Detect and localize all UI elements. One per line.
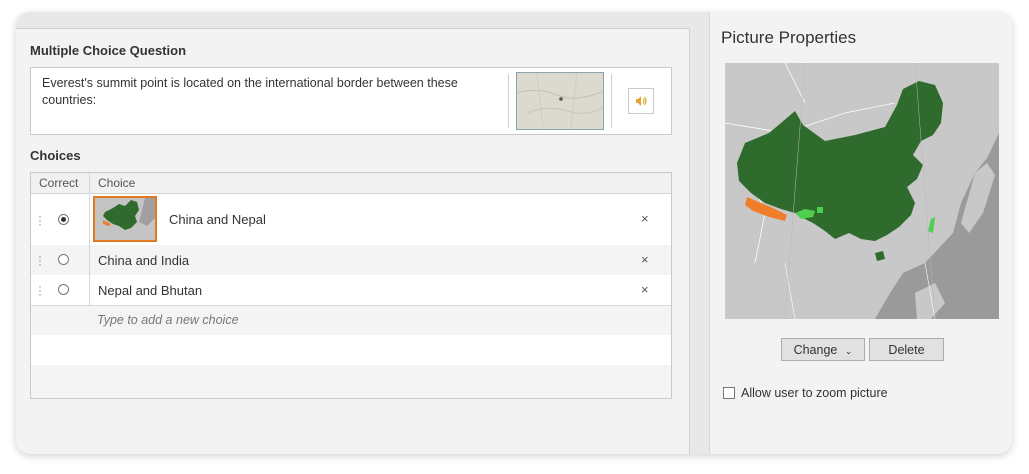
- zoom-checkbox-label[interactable]: Allow user to zoom picture: [741, 386, 888, 400]
- china-region-map-icon: [725, 63, 999, 319]
- choice-label[interactable]: Nepal and Bhutan: [98, 283, 202, 298]
- correct-radio[interactable]: [58, 214, 69, 225]
- empty-row: [31, 365, 671, 398]
- choice-label[interactable]: China and India: [98, 253, 189, 268]
- correct-radio[interactable]: [58, 284, 69, 295]
- change-button[interactable]: Change ⌄: [781, 338, 865, 361]
- delete-label: Delete: [888, 343, 925, 357]
- choice-row[interactable]: · · · Nepal and Bhutan ×: [31, 275, 671, 305]
- drag-handle-icon[interactable]: · · ·: [38, 280, 42, 300]
- divider: [89, 194, 90, 245]
- question-box: Everest's summit point is located on the…: [30, 67, 672, 135]
- picture-preview: [725, 63, 999, 319]
- delete-choice-icon[interactable]: ×: [641, 282, 649, 297]
- choice-row[interactable]: · · · China and India ×: [31, 245, 671, 275]
- chevron-down-icon: ⌄: [844, 346, 853, 356]
- zoom-checkbox[interactable]: [723, 387, 735, 399]
- column-header-correct: Correct: [39, 173, 79, 193]
- add-choice-input[interactable]: Type to add a new choice: [97, 313, 239, 327]
- column-header-choice: Choice: [98, 173, 136, 193]
- question-picture-thumbnail[interactable]: [516, 72, 604, 130]
- map-thumbnail-icon: [517, 73, 603, 129]
- choice-row[interactable]: · · · China and Nepal ×: [31, 194, 671, 245]
- question-section-title: Multiple Choice Question: [30, 43, 187, 58]
- divider: [611, 74, 612, 128]
- empty-row: [31, 335, 671, 365]
- choices-section-title: Choices: [30, 148, 81, 163]
- choice-picture-thumbnail[interactable]: [93, 196, 157, 242]
- choice-label[interactable]: China and Nepal: [169, 212, 266, 227]
- divider: [508, 74, 509, 128]
- add-choice-row[interactable]: Type to add a new choice: [31, 306, 671, 335]
- correct-radio[interactable]: [58, 254, 69, 265]
- divider: [89, 275, 90, 305]
- drag-handle-icon[interactable]: · · ·: [38, 210, 42, 230]
- delete-button[interactable]: Delete: [869, 338, 944, 361]
- speaker-icon: [636, 96, 647, 106]
- divider: [89, 173, 90, 193]
- delete-choice-icon[interactable]: ×: [641, 211, 649, 226]
- question-text-input[interactable]: Everest's summit point is located on the…: [42, 75, 497, 109]
- divider: [89, 245, 90, 275]
- delete-choice-icon[interactable]: ×: [641, 252, 649, 267]
- choices-table: Correct Choice · · · China and Nepal × ·…: [30, 172, 672, 399]
- question-editor-panel: Multiple Choice Question Everest's summi…: [16, 28, 690, 454]
- drag-handle-icon[interactable]: · · ·: [38, 250, 42, 270]
- sound-button[interactable]: [628, 88, 654, 114]
- china-map-icon: [95, 198, 155, 240]
- app-window: Multiple Choice Question Everest's summi…: [16, 12, 1012, 454]
- picture-properties-panel: Picture Properties Change ⌄ Delete Allow…: [709, 12, 1012, 454]
- change-label: Change: [793, 343, 838, 357]
- panel-title: Picture Properties: [721, 28, 857, 47]
